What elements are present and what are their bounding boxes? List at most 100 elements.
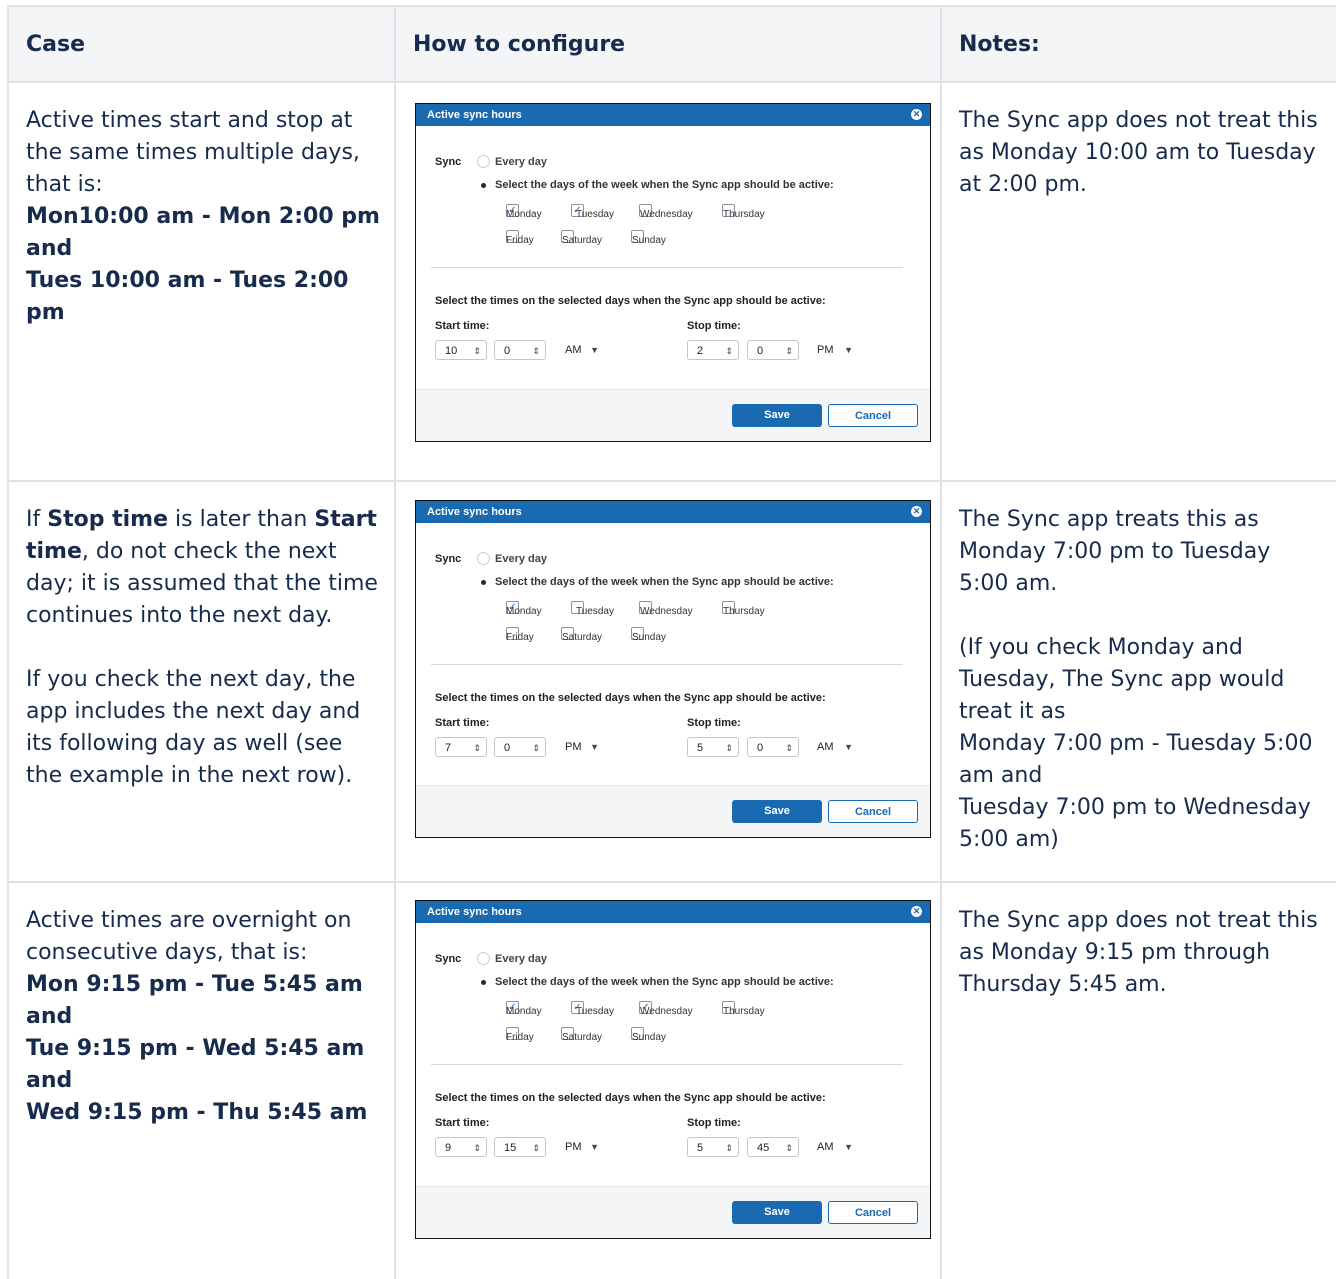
day-checkbox-label: Wednesday	[640, 606, 693, 617]
stop-ampm-select[interactable]: PM ▼	[806, 340, 858, 360]
day-checkbox-label: Tuesday	[576, 209, 614, 220]
stop-ampm-select[interactable]: AM ▼	[806, 1137, 858, 1157]
close-icon[interactable]: ✕	[911, 906, 922, 917]
select-days-label: Select the days of the week when the Syn…	[495, 976, 834, 988]
close-icon[interactable]: ✕	[911, 506, 922, 517]
dialog-footer: Save Cancel	[416, 785, 930, 837]
select-days-radio[interactable]	[477, 179, 490, 192]
select-days-radio[interactable]	[477, 576, 490, 589]
start-hour-stepper[interactable]: 10 ⇕	[435, 340, 487, 360]
case-cell: Active times are overnight on consecutiv…	[7, 881, 396, 1279]
every-day-label: Every day	[495, 953, 547, 965]
stop-minute-stepper[interactable]: 45 ⇕	[747, 1137, 799, 1157]
case-text: If Stop time is later than Start time, d…	[26, 504, 380, 632]
every-day-radio[interactable]	[477, 552, 490, 565]
header-how-to-configure: How to configure	[394, 5, 942, 83]
stop-hour-stepper-value: 5	[697, 1142, 704, 1154]
case-bold-text: Mon 9:15 pm - Tue 5:45 am	[26, 972, 363, 997]
dialog-footer: Save Cancel	[416, 389, 930, 441]
select-days-label: Select the days of the week when the Syn…	[495, 576, 834, 588]
cancel-button[interactable]: Cancel	[828, 1201, 918, 1224]
start-minute-stepper[interactable]: 0 ⇕	[494, 340, 546, 360]
spinner-arrows-icon: ⇕	[473, 1143, 481, 1153]
case-bold-text: and	[26, 236, 73, 261]
start-minute-stepper-value: 15	[504, 1142, 517, 1154]
start-minute-stepper[interactable]: 0 ⇕	[494, 737, 546, 757]
active-sync-hours-dialog: Active sync hours ✕ Sync Every day Select th…	[415, 103, 931, 442]
save-button[interactable]: Save	[732, 404, 822, 427]
notes-text: Tuesday 7:00 pm to Wednesday 5:00 am)	[959, 795, 1311, 852]
start-hour-stepper[interactable]: 7 ⇕	[435, 737, 487, 757]
stop-ampm-select-value: AM	[817, 741, 834, 753]
day-checkbox-label: Monday	[506, 209, 542, 220]
stop-minute-stepper[interactable]: 0 ⇕	[747, 737, 799, 757]
start-hour-stepper-value: 7	[445, 742, 452, 754]
caret-down-icon: ▼	[844, 1142, 853, 1152]
case-bold-text: Wed 9:15 pm - Thu 5:45 am	[26, 1100, 368, 1125]
cancel-button[interactable]: Cancel	[828, 404, 918, 427]
day-checkbox-label: Tuesday	[576, 606, 614, 617]
day-checkbox-label: Monday	[506, 606, 542, 617]
day-checkbox-label: Wednesday	[640, 209, 693, 220]
section-divider	[431, 267, 903, 268]
case-text: Active times are overnight on consecutiv…	[26, 908, 352, 965]
start-minute-stepper[interactable]: 15 ⇕	[494, 1137, 546, 1157]
start-time-label: Start time:	[435, 320, 490, 332]
stop-time-label: Stop time:	[687, 717, 741, 729]
close-icon[interactable]: ✕	[911, 109, 922, 120]
stop-minute-stepper-value: 0	[757, 345, 764, 357]
dialog-footer: Save Cancel	[416, 1186, 930, 1238]
select-days-radio[interactable]	[477, 976, 490, 989]
spinner-arrows-icon: ⇕	[725, 346, 733, 356]
spinner-arrows-icon: ⇕	[725, 743, 733, 753]
start-ampm-select[interactable]: AM ▼	[554, 340, 604, 360]
dialog-title: Active sync hours	[427, 906, 522, 918]
case-bold-text: and	[26, 1004, 73, 1029]
case-text-part: is later than	[168, 507, 315, 532]
select-times-label: Select the times on the selected days wh…	[435, 295, 826, 307]
stop-ampm-select-value: AM	[817, 1141, 834, 1153]
stop-ampm-select[interactable]: AM ▼	[806, 737, 858, 757]
stop-minute-stepper[interactable]: 0 ⇕	[747, 340, 799, 360]
day-checkbox-label: Sunday	[632, 632, 666, 643]
stop-hour-stepper-value: 5	[697, 742, 704, 754]
dialog-title: Active sync hours	[427, 506, 522, 518]
every-day-label: Every day	[495, 156, 547, 168]
sync-label: Sync	[435, 156, 462, 168]
day-checkbox-label: Sunday	[632, 1032, 666, 1043]
save-button[interactable]: Save	[732, 800, 822, 823]
caret-down-icon: ▼	[590, 345, 599, 355]
start-ampm-select[interactable]: PM ▼	[554, 737, 604, 757]
start-time-label: Start time:	[435, 1117, 490, 1129]
sync-label: Sync	[435, 553, 462, 565]
sync-label: Sync	[435, 953, 462, 965]
stop-minute-stepper-value: 45	[757, 1142, 770, 1154]
start-hour-stepper-value: 10	[445, 345, 458, 357]
case-cell: If Stop time is later than Start time, d…	[7, 480, 396, 883]
stop-hour-stepper[interactable]: 5 ⇕	[687, 1137, 739, 1157]
cancel-button[interactable]: Cancel	[828, 800, 918, 823]
stop-hour-stepper-value: 2	[697, 345, 704, 357]
every-day-label: Every day	[495, 553, 547, 565]
case-text: If you check the next day, the app inclu…	[26, 667, 361, 788]
spinner-arrows-icon: ⇕	[532, 346, 540, 356]
start-ampm-select-value: PM	[565, 741, 582, 753]
save-button[interactable]: Save	[732, 1201, 822, 1224]
day-checkbox-label: Wednesday	[640, 1006, 693, 1017]
every-day-radio[interactable]	[477, 155, 490, 168]
start-ampm-select[interactable]: PM ▼	[554, 1137, 604, 1157]
day-checkbox-label: Saturday	[562, 632, 603, 643]
table-row: If Stop time is later than Start time, d…	[7, 480, 1336, 883]
case-bold-text: Mon10:00 am - Mon 2:00 pm	[26, 204, 380, 229]
start-hour-stepper[interactable]: 9 ⇕	[435, 1137, 487, 1157]
every-day-radio[interactable]	[477, 952, 490, 965]
start-time-label: Start time:	[435, 717, 490, 729]
active-sync-hours-dialog: Active sync hours ✕ Sync Every day Select th…	[415, 500, 931, 838]
select-times-label: Select the times on the selected days wh…	[435, 1092, 826, 1104]
notes-cell: The Sync app does not treat this as Mond…	[940, 881, 1336, 1279]
stop-hour-stepper[interactable]: 2 ⇕	[687, 340, 739, 360]
stop-hour-stepper[interactable]: 5 ⇕	[687, 737, 739, 757]
notes-text: (If you check Monday and Tuesday, The Sy…	[959, 635, 1285, 724]
day-checkbox-label: Thursday	[723, 1006, 765, 1017]
day-checkbox-label: Friday	[506, 632, 534, 643]
